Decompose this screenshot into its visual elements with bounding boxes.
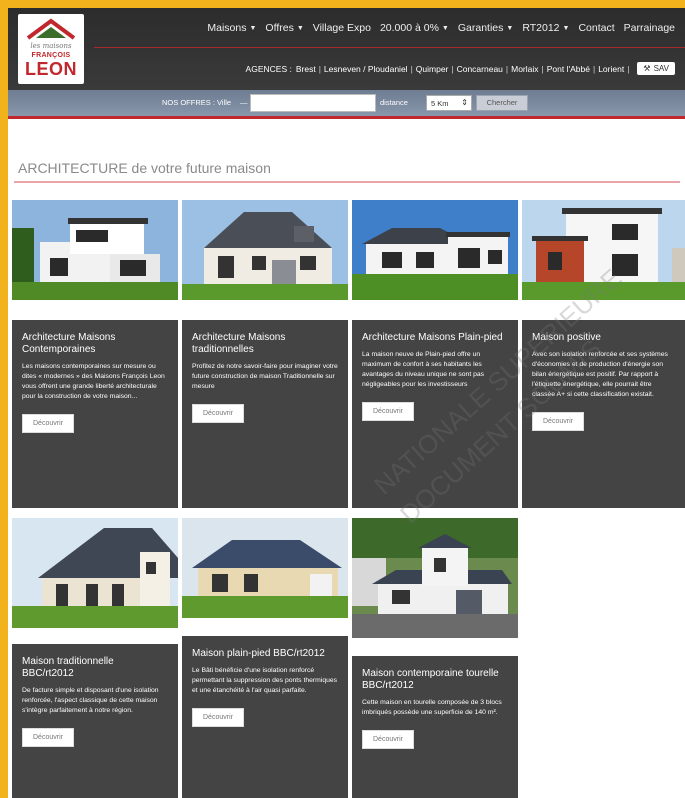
city-search-input[interactable] bbox=[250, 94, 376, 112]
card-maison-contemporaine-tourelle[interactable]: Maison contemporaine tourelle BBC/rt2012… bbox=[352, 518, 518, 798]
card-text: De facture simple et disposant d'une iso… bbox=[22, 687, 159, 714]
agencies-bar: AGENCES : Brest | Lesneven / Ploudaniel | … bbox=[246, 62, 675, 75]
agency-concarneau[interactable]: Concarneau bbox=[457, 64, 503, 74]
nav-item-village-expo[interactable]: Village Expo bbox=[313, 22, 371, 34]
card-title: Maison traditionnelle BBC/rt2012 bbox=[22, 656, 114, 679]
card-text: Profitez de notre savoir-faire pour imag… bbox=[192, 363, 338, 390]
page-title: ARCHITECTURE de votre future maison bbox=[18, 160, 271, 176]
site-logo[interactable]: les maisons FRANÇOIS LEON bbox=[18, 14, 84, 84]
page: les maisons FRANÇOIS LEON Maisons ▼ Offre… bbox=[8, 8, 685, 798]
sav-label: SAV bbox=[653, 64, 669, 73]
card-panel: Maison plain-pied BBC/rt2012 Le Bâti bén… bbox=[182, 636, 348, 798]
card-architecture-contemporaine[interactable]: Architecture Maisons Contemporaines Les … bbox=[12, 200, 178, 508]
nav-item-offres[interactable]: Offres ▼ bbox=[265, 22, 303, 34]
card-title: Architecture Maisons Contemporaines bbox=[22, 332, 116, 355]
caret-down-icon: ▼ bbox=[249, 25, 257, 32]
discover-button[interactable]: Découvrir bbox=[22, 728, 74, 747]
caret-down-icon: ▼ bbox=[441, 25, 449, 32]
card-panel: Maison positive Avec son isolation renfo… bbox=[522, 320, 685, 508]
agency-morlaix[interactable]: Morlaix bbox=[511, 64, 538, 74]
card-title: Maison plain-pied BBC/rt2012 bbox=[192, 648, 325, 659]
select-arrows-icon: ⇕ bbox=[461, 98, 468, 107]
offers-label: NOS OFFRES : Ville bbox=[162, 98, 232, 107]
title-underline bbox=[14, 181, 680, 183]
card-text: Avec son isolation renforcée et ses syst… bbox=[532, 351, 668, 398]
nav-item-maisons[interactable]: Maisons ▼ bbox=[207, 22, 256, 34]
card-title: Maison positive bbox=[532, 332, 601, 343]
card-maison-plain-pied-bbc[interactable]: Maison plain-pied BBC/rt2012 Le Bâti bén… bbox=[182, 518, 348, 798]
agencies-label: AGENCES : bbox=[245, 63, 292, 74]
logo-name: LEON bbox=[24, 59, 77, 79]
agency-lesneven[interactable]: Lesneven / Ploudaniel bbox=[324, 64, 408, 74]
site-header: les maisons FRANÇOIS LEON Maisons ▼ Offre… bbox=[8, 8, 685, 90]
card-maison-traditionnelle-bbc[interactable]: Maison traditionnelle BBC/rt2012 De fact… bbox=[12, 518, 178, 798]
discover-button[interactable]: Découvrir bbox=[362, 730, 414, 749]
card-text: Les maisons contemporaines sur mesure ou… bbox=[22, 363, 165, 400]
nav-item-rt2012[interactable]: RT2012 ▼ bbox=[522, 22, 569, 34]
sav-button[interactable]: ⚒ SAV bbox=[637, 62, 675, 75]
house-photo-contemporary bbox=[12, 200, 178, 300]
house-photo-traditional bbox=[182, 200, 348, 300]
caret-down-icon: ▼ bbox=[506, 25, 514, 32]
nav-divider bbox=[94, 47, 685, 48]
distance-label: distance bbox=[380, 98, 408, 107]
card-title: Maison contemporaine tourelle BBC/rt2012 bbox=[362, 668, 499, 691]
card-panel: Architecture Maisons Plain-pied La maiso… bbox=[352, 320, 518, 508]
distance-select[interactable]: 5 Km ⇕ bbox=[426, 95, 472, 111]
logo-subtitle: les maisons bbox=[30, 42, 72, 50]
card-text: Cette maison en tourelle composée de 3 b… bbox=[362, 699, 502, 716]
discover-button[interactable]: Découvrir bbox=[532, 412, 584, 431]
card-maison-positive[interactable]: Maison positive Avec son isolation renfo… bbox=[522, 200, 685, 508]
house-photo-traditional-bbc bbox=[12, 518, 178, 628]
card-panel: Architecture Maisons traditionnelles Pro… bbox=[182, 320, 348, 508]
nav-item-garanties[interactable]: Garanties ▼ bbox=[458, 22, 513, 34]
nav-item-parrainage[interactable]: Parrainage bbox=[624, 22, 675, 34]
card-panel: Maison traditionnelle BBC/rt2012 De fact… bbox=[12, 644, 178, 798]
nav-item-20000[interactable]: 20.000 à 0% ▼ bbox=[380, 22, 449, 34]
card-architecture-plain-pied[interactable]: Architecture Maisons Plain-pied La maiso… bbox=[352, 200, 518, 508]
discover-button[interactable]: Découvrir bbox=[362, 402, 414, 421]
logo-brand: FRANÇOIS bbox=[31, 52, 71, 59]
discover-button[interactable]: Découvrir bbox=[192, 404, 244, 423]
card-panel: Architecture Maisons Contemporaines Les … bbox=[12, 320, 178, 508]
house-photo-positive bbox=[522, 200, 685, 300]
card-title: Architecture Maisons traditionnelles bbox=[192, 332, 286, 355]
agency-pont-labbe[interactable]: Pont l'Abbé bbox=[547, 64, 590, 74]
house-photo-single-storey-bbc bbox=[182, 518, 348, 618]
nav-item-contact[interactable]: Contact bbox=[578, 22, 614, 34]
card-text: La maison neuve de Plain-pied offre un m… bbox=[362, 351, 485, 388]
offer-search-bar: NOS OFFRES : Ville — distance 5 Km ⇕ Che… bbox=[8, 90, 685, 119]
roof-logo-icon bbox=[26, 18, 76, 40]
card-text: Le Bâti bénéficie d'une isolation renfor… bbox=[192, 667, 338, 694]
discover-button[interactable]: Découvrir bbox=[22, 414, 74, 433]
search-bar-divider bbox=[8, 116, 685, 119]
search-button[interactable]: Chercher bbox=[476, 95, 528, 111]
house-photo-single-storey bbox=[352, 200, 518, 300]
discover-button[interactable]: Découvrir bbox=[192, 708, 244, 727]
agency-lorient[interactable]: Lorient bbox=[598, 64, 624, 74]
agency-brest[interactable]: Brest bbox=[296, 64, 316, 74]
card-panel: Maison contemporaine tourelle BBC/rt2012… bbox=[352, 656, 518, 798]
card-title: Architecture Maisons Plain-pied bbox=[362, 332, 503, 343]
house-photo-tower bbox=[352, 518, 518, 638]
caret-down-icon: ▼ bbox=[296, 25, 304, 32]
main-navigation: Maisons ▼ Offres ▼ Village Expo 20.000 à 0… bbox=[207, 22, 675, 34]
card-architecture-traditionnelle[interactable]: Architecture Maisons traditionnelles Pro… bbox=[182, 200, 348, 508]
tools-icon: ⚒ bbox=[643, 64, 651, 73]
agency-quimper[interactable]: Quimper bbox=[416, 64, 449, 74]
caret-down-icon: ▼ bbox=[562, 25, 570, 32]
